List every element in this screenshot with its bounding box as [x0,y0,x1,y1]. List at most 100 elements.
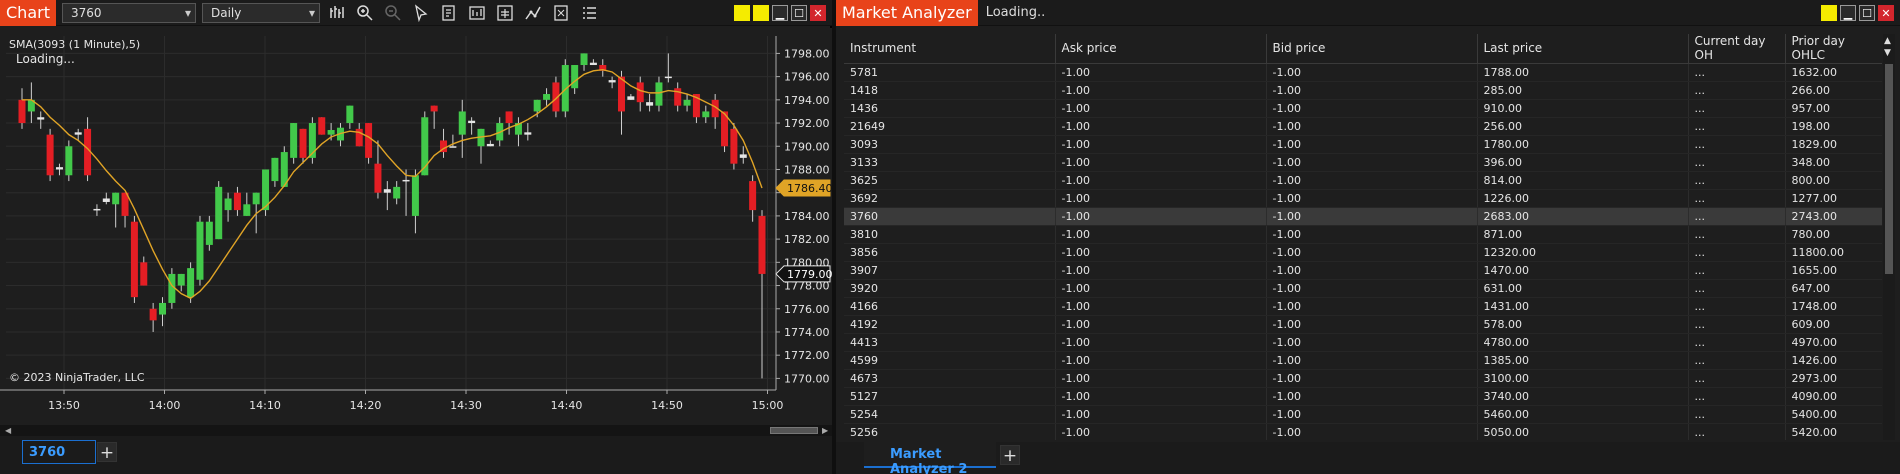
scroll-right-icon[interactable]: ▶ [822,426,828,435]
indicators-icon[interactable] [466,2,488,24]
table-row[interactable]: 3692 -1.00 -1.00 1226.00... 1277.00 [844,189,1882,208]
table-row[interactable]: 3856 -1.00 -1.00 12320.00... 11800.00 [844,243,1882,262]
table-row[interactable]: 3907 -1.00 -1.00 1470.00... 1655.00 [844,261,1882,280]
minimize-icon[interactable]: ▁ [772,5,788,21]
tab-3760[interactable]: 3760 [22,440,96,464]
table-row[interactable]: 3133 -1.00 -1.00 396.00... 348.00 [844,153,1882,172]
table-row[interactable]: 4673 -1.00 -1.00 3100.00... 2973.00 [844,369,1882,388]
candle-body [177,273,185,286]
copyright-text: © 2023 NinjaTrader, LLC [9,371,145,384]
table-cell: 1748.00 [1785,297,1882,316]
table-row[interactable]: 5781 -1.00 -1.00 1788.00... 1632.00 [844,63,1882,82]
table-row[interactable]: 5127 -1.00 -1.00 3740.00... 4090.00 [844,387,1882,406]
table-cell: ... [1688,387,1786,406]
table-cell: -1.00 [1266,261,1478,280]
bar-type-icon[interactable] [326,2,348,24]
instrument-selector[interactable]: 3760 ▾ [61,2,196,23]
table-row[interactable]: 4192 -1.00 -1.00 578.00... 609.00 [844,315,1882,334]
table-row[interactable]: 3760 -1.00 -1.00 2683.00... 2743.00 [844,207,1882,226]
chart-scrollbar[interactable]: ◀ ▶ [0,425,832,436]
zoom-in-icon[interactable] [354,2,376,24]
price-chart[interactable]: 1798.00 1796.00 1794.00 1792.00 1790.00 1788.… [0,28,832,425]
candle-body [243,204,251,216]
x-tick-label: 14:50 [651,399,683,412]
candle-body [402,179,410,182]
candle-body [702,111,710,118]
scroll-thumb[interactable] [1885,64,1893,274]
maximize-icon[interactable]: ☐ [791,5,807,21]
maximize-icon[interactable]: ☐ [1859,5,1875,21]
data-box-icon[interactable] [438,2,460,24]
table-row[interactable]: 5254 -1.00 -1.00 5460.00... 5400.00 [844,405,1882,424]
table-row[interactable]: 3625 -1.00 -1.00 814.00... 800.00 [844,171,1882,190]
column-header[interactable]: Ask price [1055,34,1267,64]
zoom-out-icon[interactable] [382,2,404,24]
y-tick-label: 1772.00 [784,349,830,362]
table-cell: 1385.00 [1477,351,1689,370]
templates-icon[interactable] [550,2,572,24]
chevron-down-icon[interactable]: ▾ [185,6,191,20]
candle-body [533,99,541,112]
table-cell: 4599 [844,351,1056,370]
table-row[interactable]: 21649 -1.00 -1.00 256.00... 198.00 [844,117,1882,136]
close-icon[interactable]: ✕ [810,5,826,21]
properties-icon[interactable] [578,2,600,24]
table-row[interactable]: 4166 -1.00 -1.00 1431.00... 1748.00 [844,297,1882,316]
table-row[interactable]: 3810 -1.00 -1.00 871.00... 780.00 [844,225,1882,244]
market-analyzer-title: Market Analyzer [836,0,978,26]
candle-body [627,96,635,100]
tab-market-analyzer-2[interactable]: Market Analyzer 2 [864,442,996,474]
loading-text: Loading... [16,52,75,66]
table-cell: 3907 [844,261,1056,280]
table-cell: ... [1688,369,1786,388]
column-header[interactable]: Last price [1477,34,1689,64]
scroll-thumb[interactable] [770,427,818,434]
indicator-label: SMA(3093 (1 Minute),5) [9,38,140,51]
column-header[interactable]: Instrument [844,34,1056,64]
table-cell: 11800.00 [1785,243,1882,262]
table-cell: 1277.00 [1785,189,1882,208]
table-row[interactable]: 4599 -1.00 -1.00 1385.00... 1426.00 [844,351,1882,370]
column-header[interactable]: Prior day OHLC [1785,34,1882,64]
drawing-tools-icon[interactable] [522,2,544,24]
minimize-icon[interactable]: ▁ [1840,5,1856,21]
grid-scrollbar[interactable]: ▲ ▼ [1883,34,1895,440]
candle-body [224,198,232,211]
link-color-icon[interactable] [753,5,769,21]
cursor-icon[interactable] [410,2,432,24]
candle [318,117,326,135]
table-cell: -1.00 [1055,279,1267,298]
table-cell: 348.00 [1785,153,1882,172]
candle-body [608,80,616,83]
scroll-down-icon[interactable]: ▼ [1884,48,1891,58]
table-cell: -1.00 [1055,171,1267,190]
column-header[interactable]: Current day OH [1688,34,1786,64]
candle [280,146,288,187]
table-row[interactable]: 3093 -1.00 -1.00 1780.00... 1829.00 [844,135,1882,154]
table-row[interactable]: 1418 -1.00 -1.00 285.00... 266.00 [844,81,1882,100]
x-tick-label: 14:40 [551,399,583,412]
sma-price-marker: 1786.40 [775,179,832,197]
scroll-left-icon[interactable]: ◀ [5,426,11,435]
table-row[interactable]: 4413 -1.00 -1.00 4780.00... 4970.00 [844,333,1882,352]
table-row[interactable]: 3920 -1.00 -1.00 631.00... 647.00 [844,279,1882,298]
add-tab-icon[interactable]: + [1000,445,1020,466]
table-cell: 1829.00 [1785,135,1882,154]
period-selector[interactable]: Daily ▾ [201,2,320,23]
strategies-icon[interactable] [494,2,516,24]
scroll-up-icon[interactable]: ▲ [1884,36,1891,46]
link-color-icon[interactable] [1821,5,1837,21]
add-tab-icon[interactable]: + [97,442,117,463]
link-color-icon[interactable] [734,5,750,21]
candle [561,59,569,118]
table-cell: 3810 [844,225,1056,244]
table-row[interactable]: 5256 -1.00 -1.00 5050.00... 5420.00 [844,423,1882,440]
chevron-down-icon[interactable]: ▾ [309,6,315,20]
market-analyzer-grid[interactable]: Instrument Ask price Bid price Last price Cu… [844,34,1882,440]
column-header[interactable]: Bid price [1266,34,1478,64]
table-cell: -1.00 [1266,369,1478,388]
table-cell: ... [1688,135,1786,154]
close-icon[interactable]: ✕ [1878,5,1894,21]
table-row[interactable]: 1436 -1.00 -1.00 910.00... 957.00 [844,99,1882,118]
table-cell: 1426.00 [1785,351,1882,370]
